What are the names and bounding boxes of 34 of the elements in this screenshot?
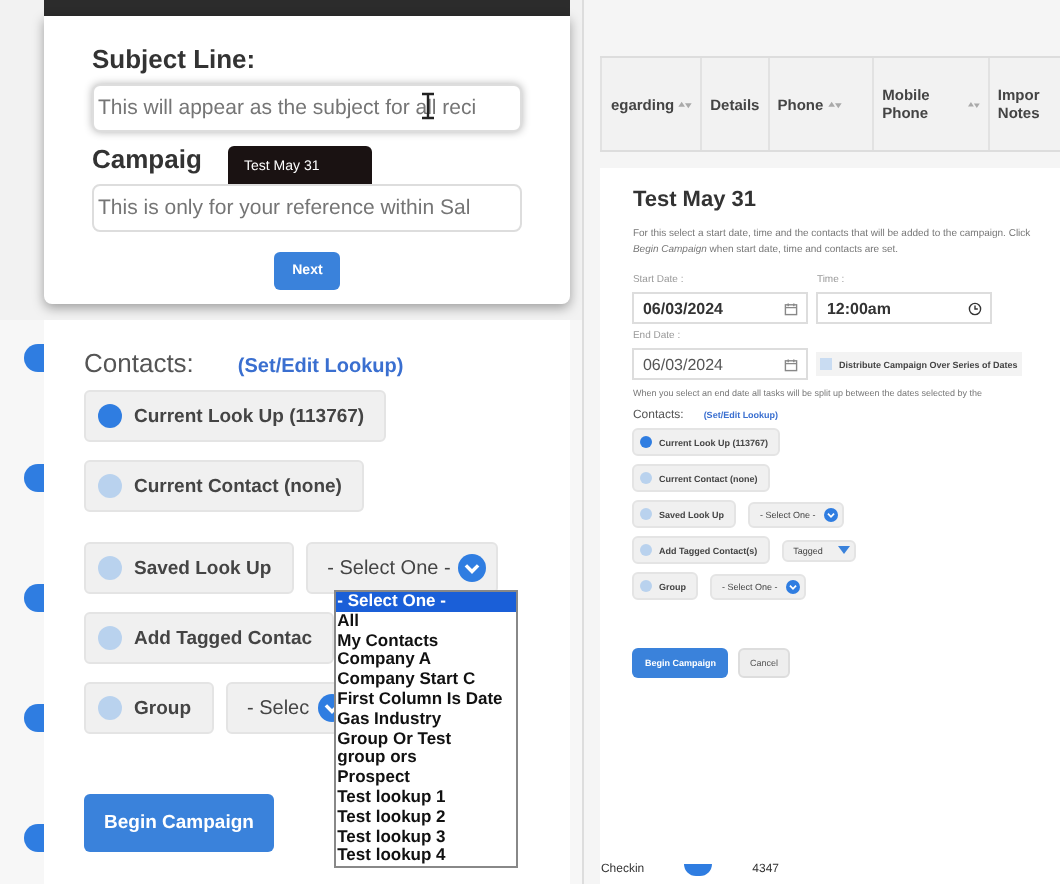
- dropdown-option[interactable]: Test lookup 2: [335, 807, 516, 828]
- calendar-icon: [784, 301, 799, 315]
- contact-source-option[interactable]: Group: [84, 682, 213, 734]
- begin-campaign-button[interactable]: Begin Campaign: [84, 794, 274, 852]
- dropdown-option[interactable]: Company A: [335, 650, 516, 671]
- dropdown-option[interactable]: group ors: [335, 748, 516, 769]
- field-label: Campaig: [92, 144, 202, 174]
- contact-source-option[interactable]: Current Look Up (113767): [84, 390, 387, 442]
- contacts-label: Contacts:: [84, 348, 194, 378]
- contact-source-option[interactable]: Saved Look Up: [84, 542, 294, 594]
- contact-source-option[interactable]: Current Contact (none): [84, 460, 364, 512]
- dropdown-option[interactable]: Test lookup 1: [335, 787, 516, 808]
- calendar-icon: [784, 357, 799, 371]
- dropdown-option[interactable]: All: [335, 611, 516, 632]
- dropdown-option[interactable]: My Contacts: [335, 631, 516, 651]
- dropdown-option[interactable]: Test lookup 4: [335, 846, 516, 867]
- chevron-down-icon: [785, 579, 800, 593]
- start-date-field[interactable]: 06/03/2024: [632, 292, 809, 324]
- chevron-down-icon: [823, 507, 838, 521]
- time-field[interactable]: 12:00am: [816, 292, 993, 324]
- campaign-title: Test May 31: [632, 188, 759, 212]
- dropdown-option[interactable]: - Select One -: [335, 592, 516, 612]
- select-dropdown[interactable]: - Select One -: [305, 542, 499, 594]
- dropdown-option[interactable]: Group Or Test: [335, 729, 516, 749]
- dropdown-option[interactable]: Test lookup 3: [335, 827, 516, 847]
- set-edit-lookup-link[interactable]: (Set/Edit Lookup): [237, 356, 404, 378]
- clock-icon: [968, 301, 983, 315]
- caret-icon: [838, 546, 851, 554]
- dropdown-option[interactable]: Prospect: [335, 768, 516, 788]
- chevron-down-icon: [458, 554, 487, 582]
- campaign-name-input-field[interactable]: This is only for your reference within Sal: [92, 184, 523, 232]
- end-date-field[interactable]: 06/03/2024: [632, 348, 809, 380]
- field-label: Subject Line:: [92, 44, 256, 74]
- contact-source-option[interactable]: Add Tagged Contac: [84, 612, 335, 664]
